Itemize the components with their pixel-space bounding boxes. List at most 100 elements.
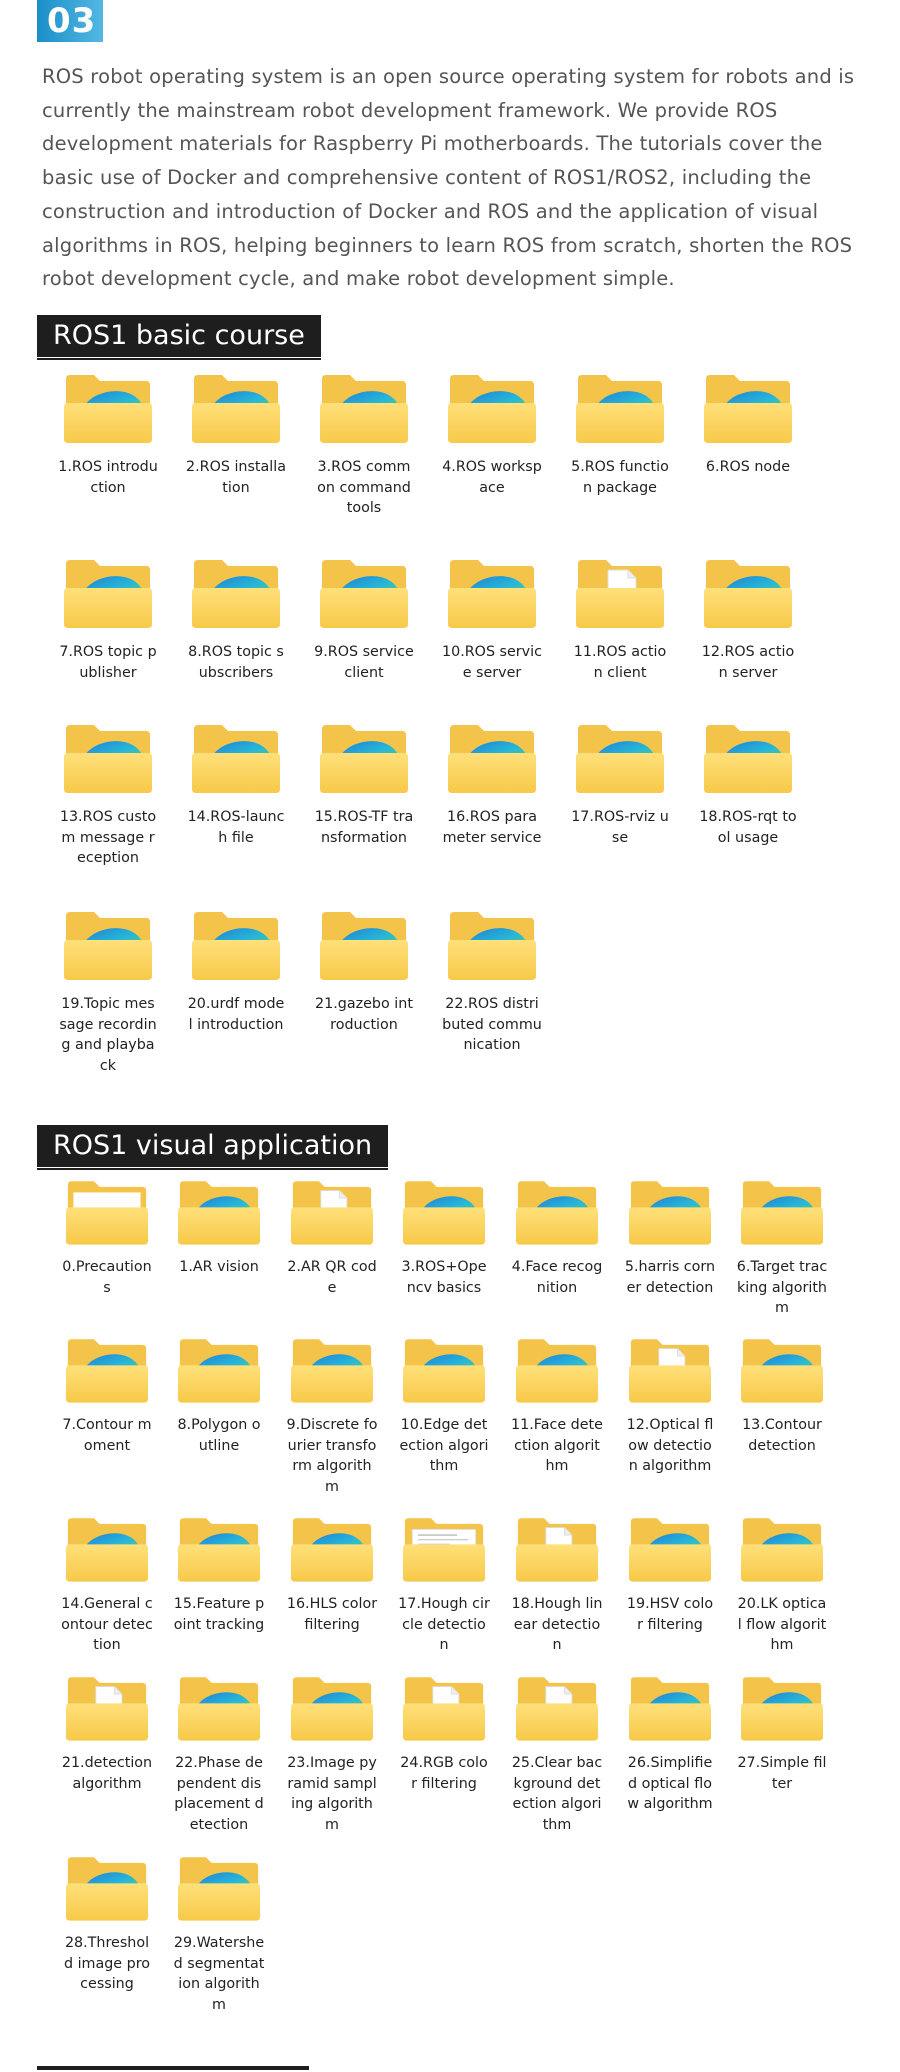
folder-item-12-optical-flow-detection-algorithm[interactable]: 12.Optical flow detection algorithm <box>624 1337 716 1477</box>
folder-item-3-ros-common-command-tools[interactable]: 3.ROS common command tools <box>314 373 414 519</box>
folder-label: 4.Face recognition <box>511 1259 603 1296</box>
folder-label: 12.Optical flow detection algorithm <box>626 1417 714 1474</box>
text-document-folder-icon <box>403 1516 485 1582</box>
edge-folder-icon <box>192 558 280 628</box>
edge-folder-icon <box>448 910 536 980</box>
folder-item-21-gazebo-introduction[interactable]: 21.gazebo introduction <box>314 910 414 1035</box>
folder-item-7-ros-topic-publisher[interactable]: 7.ROS topic publisher <box>58 558 158 683</box>
folder-item-2-ros-installation[interactable]: 2.ROS installation <box>186 373 286 498</box>
folder-item-5-harris-corner-detection[interactable]: 5.harris corner detection <box>624 1179 716 1298</box>
folder-item-12-ros-action-server[interactable]: 12.ROS action server <box>698 558 798 683</box>
folder-item-15-ros-tf-transformation[interactable]: 15.ROS-TF transformation <box>314 723 414 848</box>
edge-folder-icon <box>178 1516 260 1582</box>
folder-item-20-urdf-model-introduction[interactable]: 20.urdf model introduction <box>186 910 286 1035</box>
folder-item-14-general-contour-detection[interactable]: 14.General contour detection <box>61 1516 153 1656</box>
folder-item-22-phase-dependent-displacement-detection[interactable]: 22.Phase dependent displacement detectio… <box>173 1675 265 1835</box>
folder-item-29-watershed-segmentation-algorithm[interactable]: 29.Watershed segmentation algorithm <box>173 1855 265 2015</box>
folder-item-16-hls-color-filtering[interactable]: 16.HLS color filtering <box>286 1516 378 1635</box>
folder-item-1-ros-introduction[interactable]: 1.ROS introduction <box>58 373 158 498</box>
edge-folder-icon <box>320 910 408 980</box>
folder-label: 14.ROS-launch file <box>187 809 285 846</box>
folder-item-16-ros-parameter-service[interactable]: 16.ROS parameter service <box>442 723 542 848</box>
folder-item-2-ar-qr-code[interactable]: 2.AR QR code <box>286 1179 378 1298</box>
folder-item-9-ros-service-client[interactable]: 9.ROS service client <box>314 558 414 683</box>
folder-label: 17.Hough circle detection <box>398 1596 490 1653</box>
folder-label: 11.ROS action client <box>573 644 667 681</box>
folder-item-22-ros-distributed-communication[interactable]: 22.ROS distributed communication <box>442 910 542 1056</box>
document-folder-icon <box>516 1516 598 1582</box>
folder-label: 19.HSV color filtering <box>626 1596 714 1633</box>
folder-label: 22.ROS distributed communication <box>442 996 542 1053</box>
folder-label: 9.ROS service client <box>314 644 414 681</box>
folder-item-7-contour-moment[interactable]: 7.Contour moment <box>61 1337 153 1456</box>
folder-label: 7.ROS topic publisher <box>59 644 157 681</box>
folder-label: 14.General contour detection <box>61 1596 153 1653</box>
folder-item-6-ros-node[interactable]: 6.ROS node <box>698 373 798 478</box>
folder-item-14-ros-launch-file[interactable]: 14.ROS-launch file <box>186 723 286 848</box>
folder-item-28-threshold-image-processing[interactable]: 28.Threshold image processing <box>61 1855 153 1995</box>
folder-item-9-discrete-fourier-transform-algorithm[interactable]: 9.Discrete fourier transform algorithm <box>286 1337 378 1497</box>
folder-item-13-contour-detection[interactable]: 13.Contour detection <box>736 1337 828 1456</box>
folder-item-11-face-detection-algorithm[interactable]: 11.Face detection algorithm <box>511 1337 603 1477</box>
folder-item-19-hsv-color-filtering[interactable]: 19.HSV color filtering <box>624 1516 716 1635</box>
folder-label: 2.AR QR code <box>287 1259 377 1296</box>
folder-item-4-face-recognition[interactable]: 4.Face recognition <box>511 1179 603 1298</box>
folder-label: 5.ROS function package <box>571 459 669 496</box>
folder-label: 3.ROS+Opencv basics <box>401 1259 487 1296</box>
edge-folder-icon <box>629 1516 711 1582</box>
folder-label: 19.Topic message recording and playback <box>59 996 157 1074</box>
folder-item-8-polygon-outline[interactable]: 8.Polygon outline <box>173 1337 265 1456</box>
document-folder-icon <box>576 558 664 628</box>
folder-label: 8.Polygon outline <box>177 1417 261 1454</box>
folder-label: 10.Edge detection algorithm <box>399 1417 489 1474</box>
edge-folder-icon <box>192 910 280 980</box>
folder-item-21-detection-algorithm[interactable]: 21.detection algorithm <box>61 1675 153 1794</box>
folder-label: 28.Threshold image processing <box>63 1935 151 1992</box>
folder-item-26-simplified-optical-flow-algorithm[interactable]: 26.Simplified optical flow algorithm <box>624 1675 716 1815</box>
folder-item-10-ros-service-server[interactable]: 10.ROS service server <box>442 558 542 683</box>
folder-item-13-ros-custom-message-reception[interactable]: 13.ROS custom message reception <box>58 723 158 869</box>
folder-label: 3.ROS common command tools <box>317 459 411 516</box>
blank-folder-icon <box>66 1179 148 1245</box>
edge-folder-icon <box>64 558 152 628</box>
folder-item-17-hough-circle-detection[interactable]: 17.Hough circle detection <box>398 1516 490 1656</box>
folder-label: 13.ROS custom message reception <box>59 809 157 866</box>
folder-label: 16.ROS parameter service <box>442 809 542 846</box>
document-folder-icon <box>629 1337 711 1403</box>
folder-item-5-ros-function-package[interactable]: 5.ROS function package <box>570 373 670 498</box>
document-folder-icon <box>516 1675 598 1741</box>
folder-item-27-simple-filter[interactable]: 27.Simple filter <box>736 1675 828 1794</box>
edge-folder-icon <box>66 1516 148 1582</box>
folder-item-23-image-pyramid-sampling-algorithm[interactable]: 23.Image pyramid sampling algorithm <box>286 1675 378 1835</box>
folder-item-3-ros-opencv-basics[interactable]: 3.ROS+Opencv basics <box>398 1179 490 1298</box>
intro-paragraph: ROS robot operating system is an open so… <box>42 65 855 291</box>
edge-folder-icon <box>320 373 408 443</box>
folder-item-10-edge-detection-algorithm[interactable]: 10.Edge detection algorithm <box>398 1337 490 1477</box>
folder-label: 20.LK optical flow algorithm <box>737 1596 827 1653</box>
folder-item-15-feature-point-tracking[interactable]: 15.Feature point tracking <box>173 1516 265 1635</box>
folder-item-24-rgb-color-filtering[interactable]: 24.RGB color filtering <box>398 1675 490 1794</box>
folder-item-20-lk-optical-flow-algorithm[interactable]: 20.LK optical flow algorithm <box>736 1516 828 1656</box>
folder-item-19-topic-message-recording-and-playback[interactable]: 19.Topic message recording and playback <box>58 910 158 1076</box>
folder-label: 20.urdf model introduction <box>187 996 285 1033</box>
folder-item-0-precautions[interactable]: 0.Precautions <box>61 1179 153 1298</box>
folder-item-8-ros-topic-subscribers[interactable]: 8.ROS topic subscribers <box>186 558 286 683</box>
folder-item-11-ros-action-client[interactable]: 11.ROS action client <box>570 558 670 683</box>
folder-label: 1.ROS introduction <box>58 459 158 496</box>
edge-folder-icon <box>178 1675 260 1741</box>
folder-item-17-ros-rviz-use[interactable]: 17.ROS-rviz use <box>570 723 670 848</box>
edge-folder-icon <box>64 373 152 443</box>
folder-item-18-hough-linear-detection[interactable]: 18.Hough linear detection <box>511 1516 603 1656</box>
edge-folder-icon <box>64 910 152 980</box>
folder-label: 22.Phase dependent displacement detectio… <box>174 1755 264 1833</box>
edge-folder-icon <box>320 558 408 628</box>
folder-item-18-ros-rqt-tool-usage[interactable]: 18.ROS-rqt tool usage <box>698 723 798 848</box>
folder-label: 27.Simple filter <box>737 1755 827 1792</box>
folder-item-4-ros-workspace[interactable]: 4.ROS workspace <box>442 373 542 498</box>
folder-item-1-ar-vision[interactable]: 1.AR vision <box>173 1179 265 1278</box>
folder-item-6-target-tracking-algorithm[interactable]: 6.Target tracking algorithm <box>736 1179 828 1319</box>
folder-label: 15.Feature point tracking <box>173 1596 265 1633</box>
folder-item-25-clear-background-detection-algorithm[interactable]: 25.Clear background detection algorithm <box>511 1675 603 1835</box>
edge-folder-icon <box>516 1179 598 1245</box>
folder-label: 4.ROS workspace <box>442 459 542 496</box>
